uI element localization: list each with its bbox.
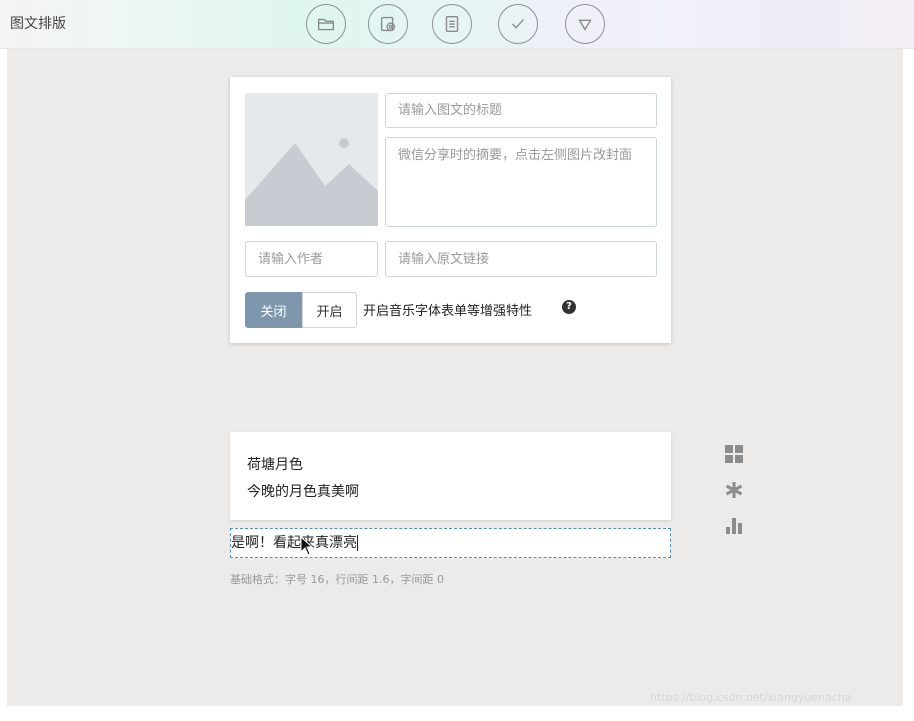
enhanced-features-label: 开启音乐字体表单等增强特性 bbox=[363, 304, 533, 319]
media-icon bbox=[380, 16, 396, 32]
editing-paragraph[interactable]: 是啊！看起来真漂亮 bbox=[230, 528, 671, 558]
triangle-down-icon bbox=[578, 19, 592, 31]
toggle-off-button[interactable]: 关闭 bbox=[245, 292, 302, 328]
help-icon[interactable]: ? bbox=[562, 300, 576, 314]
top-toolbar: 图文排版 bbox=[0, 0, 914, 49]
media-button[interactable] bbox=[368, 4, 408, 44]
toggle-on-button[interactable]: 开启 bbox=[302, 292, 357, 328]
app-title: 图文排版 bbox=[10, 16, 66, 32]
cover-image-placeholder[interactable] bbox=[245, 93, 378, 226]
article-line-2: 今晚的月色真美啊 bbox=[247, 484, 359, 500]
mouse-cursor-icon bbox=[300, 536, 314, 556]
editing-text: 是啊！看起来真漂亮 bbox=[231, 535, 357, 551]
format-hint: 基础格式：字号 16，行间距 1.6，字间距 0 bbox=[230, 573, 444, 586]
article-content-block[interactable]: 荷塘月色 今晚的月色真美啊 bbox=[230, 432, 671, 520]
watermark: https://blog.csdn.net/xiangyuenacha bbox=[650, 691, 852, 704]
grid-icon[interactable] bbox=[724, 444, 744, 464]
bar-chart-icon[interactable] bbox=[724, 515, 744, 535]
source-link-input[interactable] bbox=[385, 241, 657, 277]
document-button[interactable] bbox=[432, 4, 472, 44]
article-line-1: 荷塘月色 bbox=[247, 457, 303, 473]
triangle-down-button[interactable] bbox=[565, 4, 605, 44]
check-button[interactable] bbox=[498, 4, 538, 44]
asterisk-icon[interactable] bbox=[724, 480, 744, 500]
text-caret bbox=[357, 535, 358, 551]
document-icon bbox=[445, 15, 459, 33]
folder-button[interactable] bbox=[306, 4, 346, 44]
check-icon bbox=[512, 18, 525, 29]
summary-textarea[interactable] bbox=[385, 137, 657, 227]
author-input[interactable] bbox=[245, 241, 378, 277]
title-input[interactable] bbox=[385, 93, 657, 128]
folder-icon bbox=[317, 18, 335, 31]
image-placeholder-icon bbox=[245, 93, 378, 226]
